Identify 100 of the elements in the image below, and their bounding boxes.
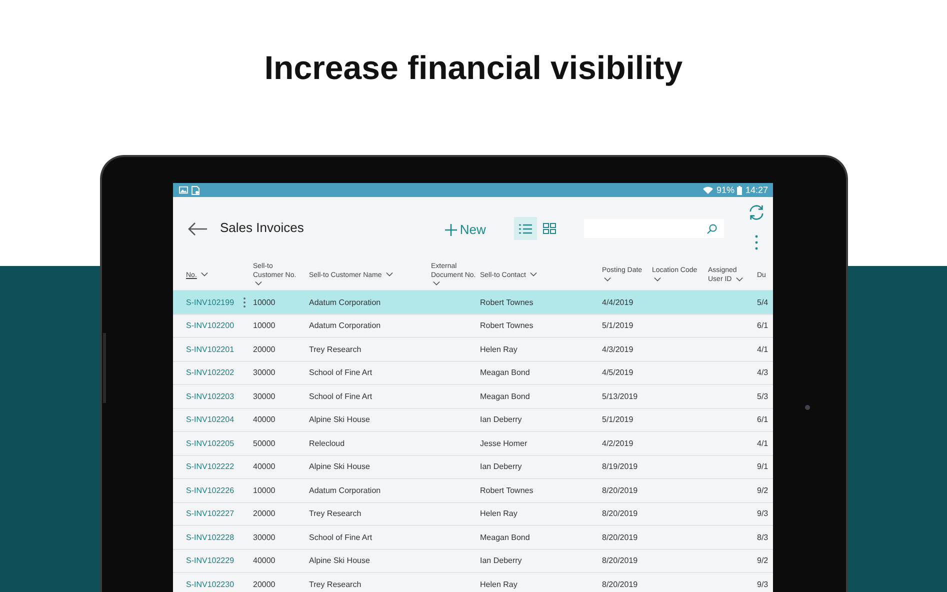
table-cell: 30000 [253, 392, 276, 401]
more-icon [754, 235, 758, 250]
chevron-down-icon [654, 276, 661, 282]
image-icon [179, 186, 188, 194]
chevron-down-icon [386, 272, 393, 278]
table-cell: Meagan Bond [480, 368, 530, 378]
table-cell: Meagan Bond [480, 392, 530, 401]
invoice-number-link[interactable]: S-INV102203 [186, 392, 234, 401]
table-row[interactable]: S-INV102200 10000 Adatum Corporation Robert Townes 5/1/2019 6/1 [173, 314, 773, 338]
refresh-button[interactable] [747, 203, 765, 222]
table-cell: Alpine Ski House [309, 556, 370, 566]
table-cell: 9/3 [757, 580, 768, 589]
table-cell: 8/19/2019 [602, 462, 638, 472]
table-cell: Meagan Bond [480, 532, 530, 542]
camera-dot [805, 405, 810, 410]
invoice-number-link[interactable]: S-INV102199 [186, 298, 234, 307]
row-menu-icon[interactable] [243, 296, 246, 308]
table-cell: Trey Research [309, 509, 362, 518]
table-cell: 5/4 [757, 298, 768, 307]
table-cell: 8/20/2019 [602, 509, 638, 518]
new-button[interactable]: New [444, 218, 486, 242]
table-cell: 40000 [253, 462, 276, 472]
table-cell: Ian Deberry [480, 415, 522, 424]
table-cell: 4/5/2019 [602, 368, 634, 378]
table-cell: 8/20/2019 [602, 580, 638, 589]
search-field[interactable] [584, 219, 724, 238]
table-cell: 5/13/2019 [602, 392, 638, 401]
invoice-number-link[interactable]: S-INV102205 [186, 438, 234, 448]
invoice-number-link[interactable]: S-INV102204 [186, 415, 234, 424]
table-cell: School of Fine Art [309, 368, 372, 378]
table-cell: School of Fine Art [309, 392, 372, 401]
table-row[interactable]: S-INV102201 20000 Trey Research Helen Ray 4/3/2019 4/1 [173, 338, 773, 362]
table-cell: 9/2 [757, 486, 768, 495]
table-cell: 4/3/2019 [602, 344, 634, 354]
table-cell: 6/1 [757, 321, 768, 330]
table-row[interactable]: S-INV102229 40000 Alpine Ski House Ian Deberry 8/20/2019 9/2 [173, 550, 773, 573]
table-cell: 8/20/2019 [602, 556, 638, 566]
wifi-icon [703, 186, 714, 194]
list-icon [518, 224, 532, 234]
table-cell: School of Fine Art [309, 532, 372, 542]
table-cell: 40000 [253, 556, 276, 566]
table-row[interactable]: S-INV102228 30000 School of Fine Art Meagan Bond 8/20/2019 8/3 [173, 526, 773, 550]
table-cell: Adatum Corporation [309, 298, 381, 307]
refresh-icon [748, 204, 764, 221]
tiles-icon [542, 223, 556, 234]
table-cell: Relecloud [309, 438, 345, 448]
table-cell: 20000 [253, 344, 276, 354]
table-cell: 4/2/2019 [602, 438, 634, 448]
chevron-down-icon [433, 281, 440, 286]
table-row[interactable]: S-INV102227 20000 Trey Research Helen Ray 8/20/2019 9/3 [173, 502, 773, 526]
table-cell: Ian Deberry [480, 462, 522, 472]
table-row[interactable]: S-INV102199 10000 Adatum Corporation Robert Townes 4/4/2019 5/4 [173, 291, 773, 314]
table-cell: Trey Research [309, 580, 362, 589]
table-cell: Ian Deberry [480, 556, 522, 566]
table-cell: Adatum Corporation [309, 486, 381, 495]
back-arrow-icon [188, 222, 208, 236]
table-cell: 5/3 [757, 392, 768, 401]
invoice-number-link[interactable]: S-INV102200 [186, 321, 234, 330]
invoice-number-link[interactable]: S-INV102201 [186, 344, 234, 354]
table-row[interactable]: S-INV102204 40000 Alpine Ski House Ian Deberry 5/1/2019 6/1 [173, 408, 773, 432]
table-cell: 8/20/2019 [602, 486, 638, 495]
invoice-number-link[interactable]: S-INV102230 [186, 580, 234, 589]
invoice-number-link[interactable]: S-INV102226 [186, 486, 234, 495]
clock: 14:27 [745, 185, 768, 195]
table-row[interactable]: S-INV102203 30000 School of Fine Art Meagan Bond 5/13/2019 5/3 [173, 385, 773, 408]
plus-icon [444, 224, 457, 236]
table-cell: 30000 [253, 368, 276, 378]
table-cell: 4/1 [757, 344, 768, 354]
table-row[interactable]: S-INV102205 50000 Relecloud Jesse Homer 4/2/2019 4/1 [173, 432, 773, 456]
table-cell: Alpine Ski House [309, 415, 370, 424]
table-cell: 4/4/2019 [602, 298, 634, 307]
table-cell: Alpine Ski House [309, 462, 370, 472]
table-cell: 9/2 [757, 556, 768, 566]
view-toggle[interactable] [514, 217, 537, 240]
invoice-number-link[interactable]: S-INV102229 [186, 556, 234, 566]
invoice-number-link[interactable]: S-INV102228 [186, 532, 234, 542]
table-cell: Helen Ray [480, 509, 518, 518]
table-cell: 9/3 [757, 509, 768, 518]
table-cell: Robert Townes [480, 321, 534, 330]
table-cell: Robert Townes [480, 486, 534, 495]
invoice-number-link[interactable]: S-INV102202 [186, 368, 234, 378]
table-row[interactable]: S-INV102226 10000 Adatum Corporation Robert Townes 8/20/2019 9/2 [173, 479, 773, 502]
invoice-number-link[interactable]: S-INV102227 [186, 509, 234, 518]
table-row[interactable]: S-INV102222 40000 Alpine Ski House Ian Deberry 8/19/2019 9/1 [173, 456, 773, 479]
table-cell: 40000 [253, 415, 276, 424]
table-row[interactable]: S-INV102202 30000 School of Fine Art Meagan Bond 4/5/2019 4/3 [173, 362, 773, 385]
table-cell: Jesse Homer [480, 438, 528, 448]
table-cell: 8/3 [757, 532, 768, 542]
invoice-number-link[interactable]: S-INV102222 [186, 462, 234, 472]
chevron-down-icon [604, 276, 611, 282]
table-cell: 5/1/2019 [602, 321, 634, 330]
file-icon [191, 186, 200, 194]
table-cell: 30000 [253, 532, 276, 542]
table-cell: Adatum Corporation [309, 321, 381, 330]
table-cell: 10000 [253, 486, 276, 495]
chevron-down-icon [200, 272, 208, 278]
table-row[interactable]: S-INV102230 20000 Trey Research Helen Ray 8/20/2019 9/3 [173, 573, 773, 592]
page-title: Sales Invoices [220, 220, 304, 235]
battery-percent: 91% [716, 185, 734, 195]
table-cell: Trey Research [309, 344, 362, 354]
